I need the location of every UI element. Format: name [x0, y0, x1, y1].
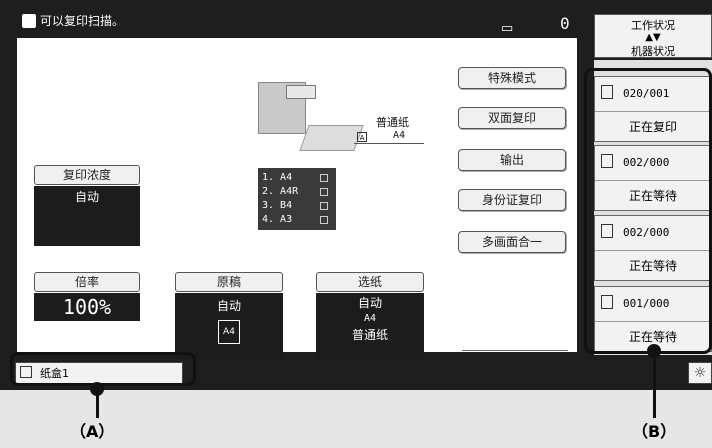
multi-shot-button[interactable]: 多画面合一 — [458, 231, 566, 253]
paper-select-type: 普通纸 — [351, 328, 388, 342]
id-card-copy-button[interactable]: 身份证复印 — [458, 189, 566, 211]
exposure-label[interactable]: 复印浓度 — [34, 165, 140, 185]
copy-mode-icon — [22, 14, 36, 28]
panel-divider — [462, 350, 568, 351]
copy-count: 0 — [560, 14, 570, 33]
paper-select-value: 自动 — [357, 296, 382, 310]
preview-paper-size: A4 — [393, 130, 406, 141]
output-button[interactable]: 输出 — [458, 149, 566, 171]
status-switch-panel[interactable]: 工作状况 ▲▼ 机器状况 — [594, 14, 712, 58]
output-paper-icon — [299, 125, 364, 151]
preview-divider — [354, 143, 424, 144]
paper-size-icon: A — [357, 132, 367, 142]
tray-2-icon — [320, 188, 328, 196]
tray-1-icon — [320, 174, 328, 182]
callout-b-box — [584, 68, 712, 354]
callout-b-line — [653, 354, 656, 418]
tray-3-icon — [320, 202, 328, 210]
tray-4-icon — [320, 216, 328, 224]
ratio-value: 100% — [34, 293, 140, 321]
job-queue-icon: ▭ — [501, 21, 514, 36]
callout-b-dot — [647, 344, 661, 358]
work-status-label: 工作状况 — [631, 19, 675, 32]
original-panel: 自动 A4 — [175, 293, 283, 359]
preview-paper-type: 普通纸 — [376, 116, 409, 129]
ratio-label[interactable]: 倍率 — [34, 272, 140, 292]
callout-a-label: （A） — [70, 422, 115, 441]
callout-b-label: （B） — [632, 422, 677, 441]
exposure-value: 自动 — [34, 186, 140, 246]
switch-arrow-icon: ▲▼ — [645, 32, 661, 43]
printer-top-icon — [286, 85, 316, 99]
original-label[interactable]: 原稿 — [175, 272, 283, 292]
paper-select-size: A4 — [363, 313, 377, 324]
machine-status-label: 机器状况 — [631, 45, 675, 58]
callout-a-box — [10, 352, 196, 386]
original-size-icon: A4 — [218, 320, 240, 344]
status-message: 可以复印扫描。 — [40, 14, 125, 28]
original-value: 自动 — [216, 299, 241, 313]
brightness-button[interactable]: ☼ — [688, 362, 712, 384]
paper-select-label[interactable]: 选纸 — [316, 272, 424, 292]
callout-a-dot — [90, 382, 104, 396]
duplex-copy-button[interactable]: 双面复印 — [458, 107, 566, 129]
paper-select-panel: 自动 A4 普通纸 — [316, 293, 424, 359]
special-mode-button[interactable]: 特殊模式 — [458, 67, 566, 89]
